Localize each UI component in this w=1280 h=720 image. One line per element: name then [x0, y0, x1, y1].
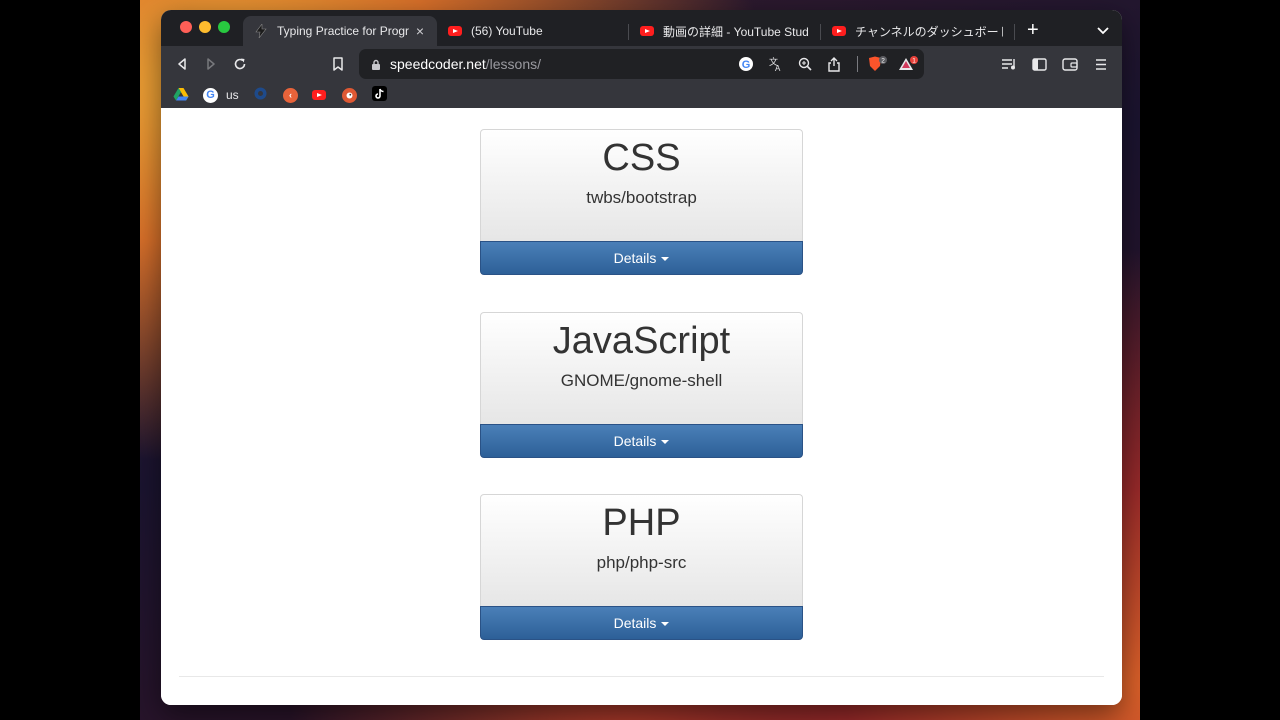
svg-text:A: A	[775, 64, 781, 72]
bookmark-duckduckgo[interactable]	[342, 86, 357, 104]
shields-count: 2	[881, 58, 885, 65]
details-button[interactable]: Details	[480, 424, 803, 458]
new-tab-button[interactable]: +	[1027, 20, 1039, 40]
gear-bookmark-icon	[253, 86, 268, 104]
google-drive-icon	[173, 87, 189, 104]
lesson-card-css: CSS twbs/bootstrap Details	[480, 129, 803, 275]
details-label: Details	[613, 250, 657, 266]
close-tab-icon[interactable]: ×	[413, 23, 427, 39]
url-path: /lessons/	[485, 56, 541, 72]
details-label: Details	[613, 433, 657, 449]
google-lens-icon[interactable]: G	[738, 56, 754, 72]
back-icon[interactable]	[173, 55, 191, 73]
tab-title: (56) YouTube	[471, 24, 543, 38]
page-content: CSS twbs/bootstrap Details JavaScript GN…	[161, 108, 1122, 705]
menu-icon[interactable]	[1092, 55, 1110, 73]
bookmarks-bar: G us ‹	[161, 82, 1122, 109]
bookmark-youtube[interactable]	[312, 86, 326, 104]
lesson-language: PHP	[602, 502, 681, 544]
details-button[interactable]: Details	[480, 241, 803, 275]
bookmark-gear[interactable]	[253, 86, 268, 104]
bolt-icon	[253, 23, 269, 39]
lesson-repo: GNOME/gnome-shell	[560, 371, 723, 390]
tab-typing-practice[interactable]: Typing Practice for Programmers ×	[243, 16, 437, 46]
youtube-icon	[312, 90, 326, 100]
maximize-window-button[interactable]	[218, 21, 230, 33]
youtube-icon	[831, 23, 847, 39]
lesson-card-body: CSS twbs/bootstrap	[480, 129, 803, 241]
tab-search-icon[interactable]	[1097, 22, 1109, 40]
tab-title: 動画の詳細 - YouTube Studio	[663, 24, 809, 39]
url-domain: speedcoder.net	[390, 56, 486, 72]
address-bar[interactable]: speedcoder.net/lessons/ G 文A 2 1	[359, 49, 924, 79]
translate-icon[interactable]: 文A	[767, 56, 783, 72]
bookmark-label: us	[226, 88, 239, 102]
bookmark-google-drive[interactable]	[173, 86, 189, 104]
tab-youtube-studio-details[interactable]: 動画の詳細 - YouTube Studio	[629, 16, 819, 46]
google-icon: G	[203, 87, 218, 103]
svg-text:G: G	[742, 59, 751, 71]
share-icon[interactable]	[826, 56, 842, 72]
details-button[interactable]: Details	[480, 606, 803, 640]
tab-strip: Typing Practice for Programmers × (56) Y…	[161, 10, 1122, 46]
reload-icon[interactable]	[231, 55, 249, 73]
lock-icon	[371, 58, 381, 76]
tab-youtube[interactable]: (56) YouTube	[437, 16, 627, 46]
tiktok-icon	[372, 86, 387, 104]
close-window-button[interactable]	[180, 21, 192, 33]
lesson-repo: twbs/bootstrap	[586, 188, 697, 207]
lesson-repo: php/php-src	[596, 553, 687, 572]
browser-toolbar: speedcoder.net/lessons/ G 文A 2 1	[161, 46, 1122, 82]
lesson-card-javascript: JavaScript GNOME/gnome-shell Details	[480, 312, 803, 458]
wallet-icon[interactable]	[1061, 55, 1079, 73]
caret-down-icon	[661, 440, 670, 444]
footer-divider	[179, 676, 1104, 677]
tab-youtube-studio-dashboard[interactable]: チャンネルのダッシュボード - YouTube Studio	[821, 16, 1013, 46]
brave-rewards-icon[interactable]: 1	[898, 56, 920, 72]
youtube-icon	[447, 23, 463, 39]
tab-separator	[1014, 24, 1015, 40]
addr-divider	[857, 56, 858, 72]
duckduckgo-icon	[342, 87, 357, 103]
sidebar-icon[interactable]	[1030, 55, 1048, 73]
lesson-language: CSS	[602, 137, 681, 179]
minimize-window-button[interactable]	[199, 21, 211, 33]
youtube-icon	[639, 23, 655, 39]
bookmark-icon[interactable]	[329, 55, 347, 73]
bookmark-google-us[interactable]: G us	[203, 86, 239, 104]
lesson-card-body: PHP php/php-src	[480, 494, 803, 606]
bookmark-tiktok[interactable]	[372, 86, 387, 104]
tab-title: チャンネルのダッシュボード - YouTube Studio	[855, 24, 1003, 39]
lesson-card-body: JavaScript GNOME/gnome-shell	[480, 312, 803, 424]
browser-window: Typing Practice for Programmers × (56) Y…	[161, 10, 1122, 705]
playlist-icon[interactable]	[1000, 55, 1018, 73]
lesson-language: JavaScript	[552, 320, 731, 362]
bookmark-orange[interactable]: ‹	[283, 86, 298, 104]
zoom-icon[interactable]	[797, 56, 813, 72]
url-text: speedcoder.net/lessons/	[390, 56, 541, 72]
details-label: Details	[613, 615, 657, 631]
forward-icon[interactable]	[202, 55, 220, 73]
rewards-count: 1	[912, 58, 916, 65]
back-orange-icon: ‹	[283, 87, 298, 103]
brave-shields-icon[interactable]: 2	[867, 56, 889, 72]
tab-title: Typing Practice for Programmers	[277, 24, 409, 38]
lesson-card-php: PHP php/php-src Details	[480, 494, 803, 640]
caret-down-icon	[661, 622, 670, 626]
caret-down-icon	[661, 257, 670, 261]
